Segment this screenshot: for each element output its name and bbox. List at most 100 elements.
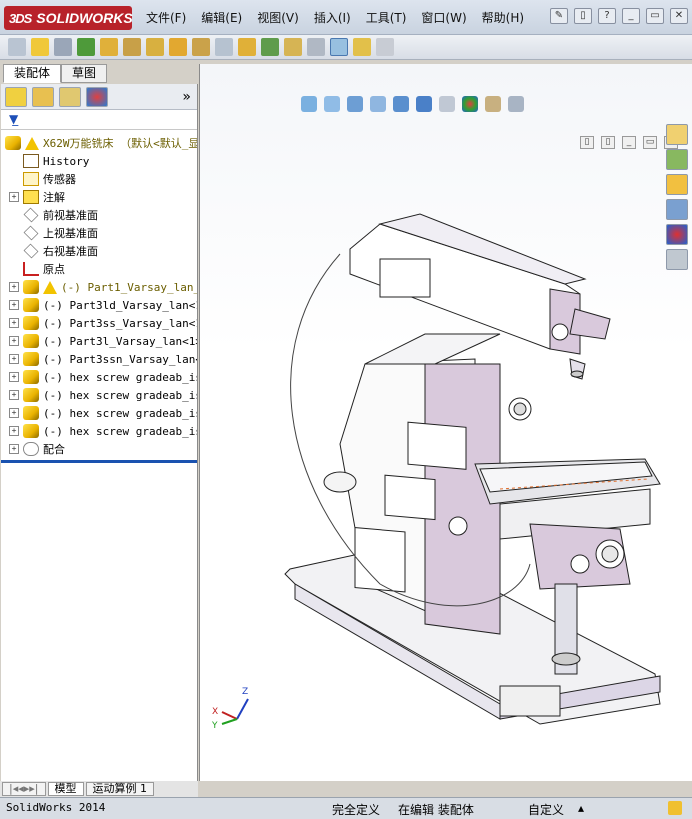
explode-view-icon[interactable] bbox=[169, 38, 187, 56]
tree-item-origin[interactable]: 原点 bbox=[1, 260, 197, 278]
tree-root[interactable]: X62W万能铣床 （默认<默认_显 bbox=[1, 134, 197, 152]
tree-item-part[interactable]: + (-) Part3ss_Varsay_lan<1> bbox=[1, 314, 197, 332]
assembly-features-icon[interactable] bbox=[284, 38, 302, 56]
configuration-manager-icon[interactable] bbox=[59, 86, 81, 107]
expand-icon[interactable]: + bbox=[9, 408, 19, 418]
expand-icon[interactable]: + bbox=[9, 282, 19, 292]
tree-item-screw[interactable]: + (-) hex screw gradeab_iso bbox=[1, 368, 197, 386]
large-design-review-icon[interactable] bbox=[353, 38, 371, 56]
expand-icon[interactable]: + bbox=[9, 426, 19, 436]
tree-item-screw[interactable]: + (-) hex screw gradeab_iso bbox=[1, 386, 197, 404]
zoom-to-area-icon[interactable] bbox=[324, 96, 340, 112]
menu-edit[interactable]: 编辑(E) bbox=[201, 9, 242, 26]
expand-icon[interactable]: + bbox=[9, 444, 19, 454]
display-pane-icon[interactable] bbox=[376, 38, 394, 56]
rotate-component-icon[interactable] bbox=[123, 38, 141, 56]
rollback-bar[interactable] bbox=[1, 460, 197, 463]
menu-tools[interactable]: 工具(T) bbox=[366, 9, 407, 26]
display-manager-icon[interactable] bbox=[86, 86, 108, 107]
design-library-icon[interactable] bbox=[666, 149, 688, 170]
snapshot-icon[interactable] bbox=[330, 38, 348, 56]
tree-item-top-plane[interactable]: 上视基准面 bbox=[1, 224, 197, 242]
rebuild-icon[interactable] bbox=[668, 801, 682, 815]
tab-sketch[interactable]: 草图 bbox=[61, 64, 108, 83]
tree-item-part[interactable]: + (-) Part3ld_Varsay_lan<1> bbox=[1, 296, 197, 314]
interference-icon[interactable] bbox=[215, 38, 233, 56]
tree-item-front-plane[interactable]: 前视基准面 bbox=[1, 206, 197, 224]
close-button[interactable]: ✕ bbox=[670, 8, 688, 24]
graphics-viewport[interactable]: ▯ ▯ _ ▭ ✕ bbox=[199, 64, 692, 781]
tree-item-sensors[interactable]: 传感器 bbox=[1, 170, 197, 188]
home-icon[interactable] bbox=[666, 124, 688, 145]
previous-view-icon[interactable] bbox=[347, 96, 363, 112]
expand-icon[interactable]: + bbox=[9, 336, 19, 346]
menu-insert[interactable]: 插入(I) bbox=[314, 9, 351, 26]
part-icon bbox=[23, 406, 39, 420]
edit-appearance-icon[interactable] bbox=[462, 96, 478, 112]
tab-motion-study[interactable]: 运动算例 1 bbox=[85, 782, 154, 796]
view-palette-icon[interactable] bbox=[666, 199, 688, 220]
machine-model[interactable]: Z X Y bbox=[200, 64, 692, 781]
component-icon[interactable] bbox=[8, 38, 26, 56]
minimize-button[interactable]: _ bbox=[622, 8, 640, 24]
new-motion-study-icon[interactable] bbox=[238, 38, 256, 56]
panel-expand-icon[interactable]: » bbox=[182, 89, 191, 105]
tree-filter[interactable]: ▼̲ bbox=[1, 110, 197, 130]
tree-item-part[interactable]: + (-) Part3ssn_Varsay_lan<1 bbox=[1, 350, 197, 368]
display-style-icon[interactable] bbox=[416, 96, 432, 112]
expand-icon[interactable]: + bbox=[9, 390, 19, 400]
pin-icon[interactable]: ✎ bbox=[550, 8, 568, 24]
units-chevron-icon[interactable]: ▴ bbox=[578, 801, 584, 815]
status-units[interactable]: 自定义 bbox=[528, 801, 564, 818]
tab-assembly[interactable]: 装配体 bbox=[3, 64, 62, 83]
pattern-icon[interactable] bbox=[77, 38, 95, 56]
smart-fasteners-icon[interactable] bbox=[146, 38, 164, 56]
move-component-icon[interactable] bbox=[100, 38, 118, 56]
tree-item-mates[interactable]: + 配合 bbox=[1, 440, 197, 458]
file-explorer-icon[interactable] bbox=[666, 174, 688, 195]
menu-window[interactable]: 窗口(W) bbox=[421, 9, 466, 26]
menu-view[interactable]: 视图(V) bbox=[257, 9, 299, 26]
expand-icon[interactable]: + bbox=[9, 300, 19, 310]
feature-manager-icon[interactable] bbox=[5, 86, 27, 107]
hide-show-icon[interactable] bbox=[439, 96, 455, 112]
panel-toolbar: » bbox=[1, 84, 197, 110]
section-view-icon[interactable] bbox=[370, 96, 386, 112]
zoom-to-fit-icon[interactable] bbox=[301, 96, 317, 112]
tree-item-label: (-) Part3ssn_Varsay_lan<1 bbox=[43, 352, 197, 366]
tree-item-label: 原点 bbox=[43, 263, 65, 276]
reference-geometry-icon[interactable] bbox=[192, 38, 210, 56]
filter-icon[interactable]: ▼̲ bbox=[9, 112, 18, 126]
nav-arrows[interactable]: |◂◂▸▸| bbox=[2, 782, 46, 796]
view-orientation-icon[interactable] bbox=[393, 96, 409, 112]
expand-icon[interactable]: + bbox=[9, 354, 19, 364]
new-document-icon[interactable]: ▯ bbox=[574, 8, 592, 24]
help-icon[interactable]: ? bbox=[598, 8, 616, 24]
appearances-icon[interactable] bbox=[666, 224, 688, 245]
tree-item-screw[interactable]: + (-) hex screw gradeab_iso bbox=[1, 404, 197, 422]
expand-icon[interactable]: + bbox=[9, 318, 19, 328]
tree-item-part[interactable]: + (-) Part3l_Varsay_lan<1> bbox=[1, 332, 197, 350]
custom-properties-icon[interactable] bbox=[666, 249, 688, 270]
property-manager-icon[interactable] bbox=[32, 86, 54, 107]
mate-icon[interactable] bbox=[54, 38, 72, 56]
tree-item-label: (-) hex screw gradeab_iso bbox=[43, 388, 197, 402]
tree-item-history[interactable]: History bbox=[1, 152, 197, 170]
tree-item-annotations[interactable]: + 注解 bbox=[1, 188, 197, 206]
apply-scene-icon[interactable] bbox=[485, 96, 501, 112]
tree-item-screw[interactable]: + (-) hex screw gradeab_iso bbox=[1, 422, 197, 440]
tree-item-right-plane[interactable]: 右视基准面 bbox=[1, 242, 197, 260]
expand-icon[interactable]: + bbox=[9, 192, 19, 202]
tree-item-part[interactable]: + (-) Part1_Varsay_lan_As bbox=[1, 278, 197, 296]
view-settings-icon[interactable] bbox=[508, 96, 524, 112]
menu-help[interactable]: 帮助(H) bbox=[482, 9, 524, 26]
restore-button[interactable]: ▭ bbox=[646, 8, 664, 24]
menu-file[interactable]: 文件(F) bbox=[146, 9, 186, 26]
instant3d-icon[interactable] bbox=[307, 38, 325, 56]
bill-of-materials-icon[interactable] bbox=[261, 38, 279, 56]
insert-component-icon[interactable] bbox=[31, 38, 49, 56]
tab-model[interactable]: 模型 bbox=[47, 782, 84, 796]
expand-icon[interactable]: + bbox=[9, 372, 19, 382]
warning-icon bbox=[43, 280, 57, 294]
solidworks-logo[interactable]: 3DS SOLIDWORKS bbox=[4, 6, 133, 30]
